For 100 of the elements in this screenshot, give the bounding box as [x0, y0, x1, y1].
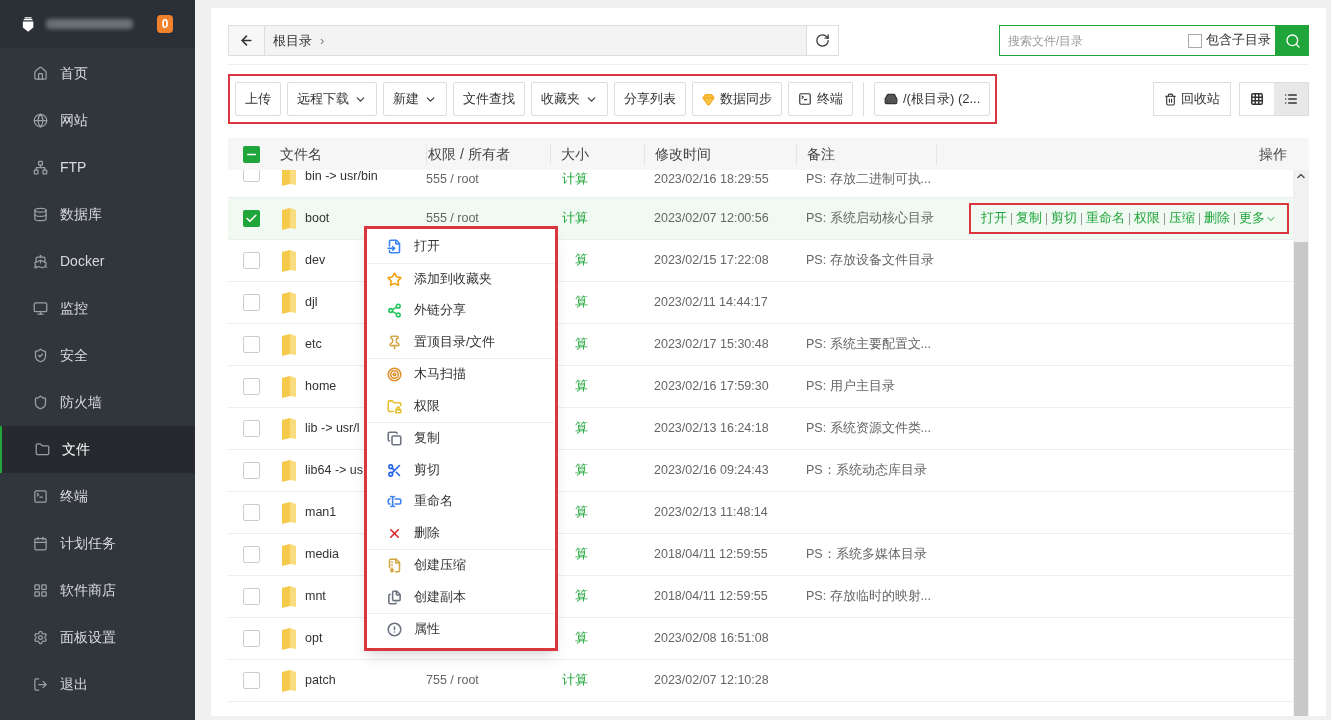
sidebar-item[interactable]: 数据库	[0, 191, 195, 238]
file-name[interactable]: opt	[305, 629, 323, 648]
column-header: 大小	[550, 143, 644, 165]
row-checkbox[interactable]	[243, 210, 260, 227]
files-icon	[387, 589, 402, 605]
breadcrumb-item[interactable]: 根目录 ›	[265, 26, 806, 55]
file-name[interactable]: media	[305, 545, 340, 564]
row-checkbox[interactable]	[243, 294, 260, 311]
list-view-button[interactable]	[1274, 83, 1308, 115]
toolbar-button[interactable]: 数据同步	[692, 82, 782, 116]
refresh-icon	[815, 33, 830, 48]
sidebar-item[interactable]: FTP	[0, 144, 195, 191]
info-icon	[387, 622, 402, 638]
folder-icon	[281, 669, 297, 692]
column-header: 操作	[936, 143, 1309, 165]
back-button[interactable]	[229, 26, 265, 55]
menu-item[interactable]: 属性	[367, 614, 555, 646]
row-checkbox[interactable]	[243, 378, 260, 395]
folder-icon	[281, 543, 297, 566]
file-name[interactable]: dev	[305, 251, 326, 270]
row-checkbox[interactable]	[243, 170, 260, 182]
row-checkbox[interactable]	[243, 462, 260, 479]
folder-icon	[281, 501, 297, 524]
row-checkbox[interactable]	[243, 588, 260, 605]
toolbar-button[interactable]: 分享列表	[614, 82, 686, 116]
row-checkbox[interactable]	[243, 336, 260, 353]
sidebar-item[interactable]: 终端	[0, 473, 195, 520]
sidebar-item[interactable]: 网站	[0, 97, 195, 144]
modified-time: 2023/02/16 17:59:30	[653, 378, 770, 396]
file-note: PS: 系统主要配置文...	[806, 337, 932, 352]
sidebar-item[interactable]: 首页	[0, 50, 195, 97]
menu-item[interactable]: 创建副本	[367, 581, 555, 613]
search-field[interactable]: 搜索文件/目录 包含子目录	[999, 25, 1276, 56]
toolbar-button[interactable]: 远程下载	[287, 82, 377, 116]
file-note: PS: 用户主目录	[806, 379, 895, 394]
sidebar-item[interactable]: 防火墙	[0, 379, 195, 426]
include-subdirs-checkbox[interactable]: 包含子目录	[1188, 31, 1271, 50]
file-name[interactable]: boot	[305, 209, 330, 228]
toolbar-button[interactable]: /(根目录) (2...	[874, 82, 991, 116]
modified-time: 2023/02/16 18:29:55	[653, 171, 770, 188]
file-name[interactable]: lib -> usr/l	[305, 419, 360, 438]
selected-row[interactable]: boot 555 / root 计算 2023/02/07 12:00:56 PS: 系统启动核心目录 打开 复制 剪切 重命名 权限 压缩 删除 更多	[228, 198, 1293, 240]
modified-time: 2023/02/16 09:24:43	[653, 462, 770, 480]
file-name[interactable]: man1	[305, 503, 337, 522]
logout-icon	[33, 677, 48, 692]
menu-item[interactable]: 剪切	[367, 454, 555, 486]
scrollbar[interactable]	[1293, 170, 1309, 716]
copy-icon	[387, 431, 402, 447]
table-row[interactable]: patch 755 / root 计算 2023/02/07 12:10:28	[228, 660, 1293, 702]
sidebar-item[interactable]: 退出	[0, 661, 195, 708]
row-checkbox[interactable]	[243, 546, 260, 563]
row-checkbox[interactable]	[243, 420, 260, 437]
toolbar-button[interactable]: 文件查找	[453, 82, 525, 116]
toolbar-button[interactable]: 新建	[383, 82, 447, 116]
menu-item[interactable]: 置顶目录/文件	[367, 326, 555, 358]
file-name[interactable]: mnt	[305, 587, 326, 606]
sidebar-item[interactable]: Docker	[0, 238, 195, 285]
network-icon	[33, 160, 48, 175]
file-name[interactable]: patch	[305, 671, 336, 690]
select-all-checkbox[interactable]	[243, 145, 260, 163]
folder-icon	[281, 170, 297, 186]
permissions: 755 / root	[426, 673, 479, 688]
search-icon	[1284, 32, 1301, 49]
search-button[interactable]	[1276, 25, 1309, 56]
file-name[interactable]: etc	[305, 335, 322, 354]
row-checkbox[interactable]	[243, 252, 260, 269]
recycle-bin-button[interactable]: 回收站	[1153, 82, 1231, 116]
sidebar-item[interactable]: 安全	[0, 332, 195, 379]
file-name[interactable]: lib64 -> us	[305, 461, 364, 480]
grid-icon	[33, 583, 48, 598]
file-note: PS: 系统资源文件类...	[806, 421, 932, 436]
sidebar-item[interactable]: 面板设置	[0, 614, 195, 661]
file-name[interactable]: home	[305, 377, 337, 396]
row-checkbox[interactable]	[243, 630, 260, 647]
toolbar-button[interactable]: 终端	[788, 82, 853, 116]
shield-icon	[33, 395, 48, 410]
file-name[interactable]: bin -> usr/bin	[305, 170, 378, 186]
folder-icon	[281, 333, 297, 356]
folder-icon	[387, 398, 402, 414]
permissions: 555 / root	[426, 211, 479, 226]
gem-icon	[702, 92, 715, 106]
sidebar-item[interactable]: 监控	[0, 285, 195, 332]
gear-icon	[33, 630, 48, 645]
toolbar-button[interactable]: 收藏夹	[531, 82, 608, 116]
star-icon	[387, 271, 402, 287]
sidebar-item[interactable]: 软件商店	[0, 567, 195, 614]
sidebar-item[interactable]: 文件	[0, 426, 195, 473]
file-name[interactable]: djl	[305, 293, 318, 312]
trash-icon	[1164, 92, 1177, 106]
row-checkbox[interactable]	[243, 672, 260, 689]
row-checkbox[interactable]	[243, 504, 260, 521]
modified-time: 2023/02/07 12:00:56	[653, 210, 770, 228]
folder-icon	[281, 291, 297, 314]
logo-icon	[22, 15, 35, 33]
folder-icon	[281, 417, 297, 440]
sidebar-item[interactable]: 计划任务	[0, 520, 195, 567]
menu-item[interactable]: 外链分享	[367, 295, 555, 327]
toolbar-button[interactable]: 上传	[235, 82, 281, 116]
folder-icon	[281, 249, 297, 272]
folder-icon	[281, 627, 297, 650]
